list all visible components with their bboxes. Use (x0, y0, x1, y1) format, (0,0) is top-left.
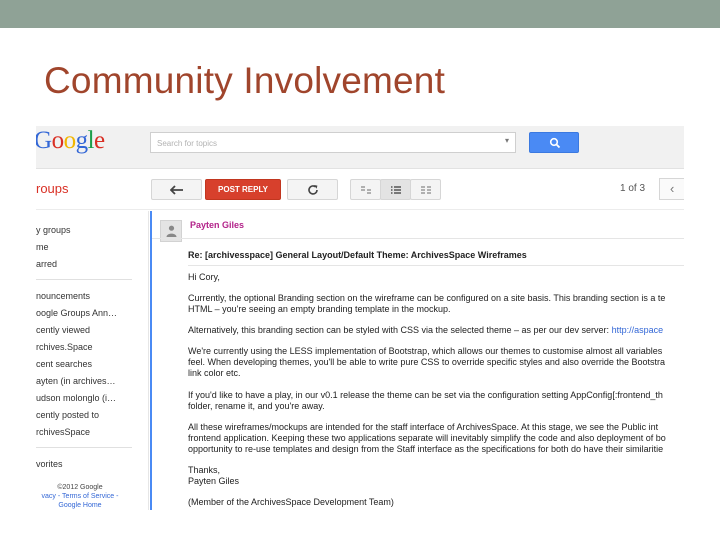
sidebar-item-starred[interactable]: arred (36, 259, 57, 269)
google-home-link[interactable]: Google Home (58, 502, 101, 509)
subject-divider (188, 265, 684, 266)
message-paragraph-line: All these wireframes/mockups are intende… (188, 422, 659, 432)
search-field: ▾ (150, 132, 516, 153)
search-input[interactable] (151, 134, 491, 153)
sidebar-item-home[interactable]: me (36, 242, 49, 252)
sidebar-divider (36, 279, 132, 280)
person-icon (166, 225, 177, 237)
google-header: Google ▾ (36, 126, 684, 169)
slide-title: Community Involvement (44, 60, 446, 101)
refresh-icon (307, 184, 318, 195)
refresh-button[interactable] (287, 179, 338, 200)
terms-link[interactable]: Terms of Service (62, 493, 114, 500)
sidebar-item-hudson-search[interactable]: udson molonglo (i… (36, 393, 116, 403)
footer-home: Google Home (36, 501, 130, 510)
sidebar-item-archivesspace-posted[interactable]: rchivesSpace (36, 427, 90, 437)
message-paragraph-line: feel. When developing themes, you'll be … (188, 357, 665, 367)
grid-view-icon (420, 185, 431, 194)
chevron-left-icon: ‹ (670, 181, 675, 196)
slide-top-bar (0, 0, 720, 28)
sidebar-item-google-groups-announcements[interactable]: oogle Groups Ann… (36, 308, 117, 318)
message-greeting: Hi Cory, (188, 272, 220, 282)
back-button[interactable] (151, 179, 202, 200)
sidebar-item-favorites[interactable]: vorites (36, 459, 63, 469)
sidebar-item-recent-searches: cent searches (36, 359, 93, 369)
dev-server-link[interactable]: http://aspace (612, 325, 664, 335)
threaded-view-button[interactable] (350, 179, 381, 200)
search-button[interactable] (529, 132, 579, 153)
header-divider (152, 238, 684, 239)
sidebar-item-archivesspace[interactable]: rchives.Space (36, 342, 93, 352)
groups-section-label[interactable]: roups (36, 181, 69, 196)
threaded-view-icon (360, 185, 371, 194)
footer-copyright: ©2012 Google (57, 484, 103, 491)
message-subject: Re: [archivesspace] General Layout/Defau… (188, 250, 527, 260)
list-view-icon (390, 185, 401, 194)
message-signature-team: (Member of the ArchivesSpace Development… (188, 497, 394, 507)
post-reply-button[interactable]: POST REPLY (205, 179, 281, 200)
sidebar-item-my-groups[interactable]: y groups (36, 225, 71, 235)
message-paragraph-line: We're currently using the LESS implement… (188, 346, 663, 356)
google-groups-screenshot: Google ▾ roups POST REPLY (36, 126, 684, 510)
google-logo[interactable]: Google (36, 127, 105, 155)
message-paragraph-line: Alternatively, this branding section can… (188, 325, 664, 335)
message-paragraph-line: link color etc. (188, 368, 241, 378)
message-paragraph-line: Currently, the optional Branding section… (188, 293, 666, 303)
privacy-link[interactable]: vacy (42, 493, 56, 500)
message-signature-name: Payten Giles (188, 476, 240, 486)
sidebar-item-recently-posted: cently posted to (36, 410, 100, 420)
search-icon (549, 137, 561, 149)
back-arrow-icon (169, 184, 183, 195)
sidebar-divider (36, 447, 132, 448)
sidebar-item-payten-search[interactable]: ayten (in archives… (36, 376, 116, 386)
footer-links: vacy - Terms of Service - (41, 493, 119, 500)
message-paragraph-line: opportunity to re-use templates and desi… (188, 444, 664, 454)
message-author[interactable]: Payten Giles (190, 220, 244, 230)
page-counter: 1 of 3 (620, 183, 646, 194)
sidebar-item-announcements[interactable]: nouncements (36, 291, 90, 301)
dropdown-caret-icon[interactable]: ▾ (505, 136, 509, 145)
sidebar-item-recently-viewed: cently viewed (36, 325, 91, 335)
grid-view-button[interactable] (410, 179, 441, 200)
message-paragraph-line: frontend application. Keeping these two … (188, 433, 666, 443)
message-paragraph-line: folder, rename it, and you're away. (188, 401, 325, 411)
message-paragraph-line: HTML – you're seeing an empty branding t… (188, 304, 451, 314)
message-paragraph-line: If you'd like to have a play, in our v0.… (188, 390, 663, 400)
previous-button[interactable]: ‹ (659, 178, 684, 200)
message-signoff: Thanks, (188, 465, 221, 475)
list-view-button[interactable] (380, 179, 411, 200)
sidebar: y groups me arred nouncements oogle Grou… (36, 211, 149, 510)
message-panel: Payten Giles Re: [archivesspace] General… (150, 211, 684, 510)
